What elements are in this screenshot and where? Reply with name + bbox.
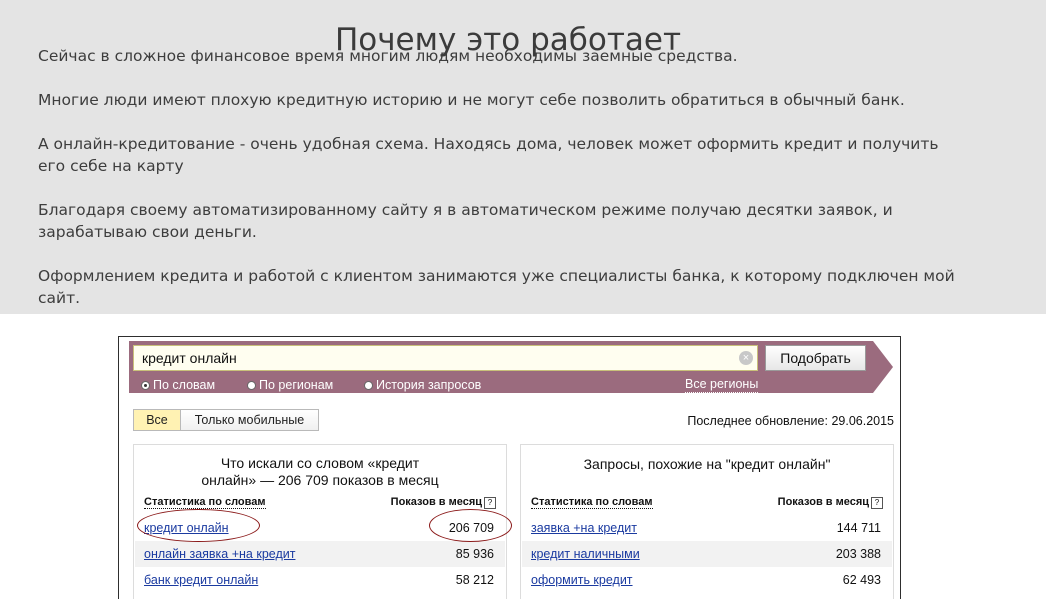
tab-mobile-only[interactable]: Только мобильные bbox=[181, 410, 318, 430]
keyword-link[interactable]: онлайн заявка +на кредит bbox=[144, 547, 295, 561]
left-panel-title-line1: Что искали со словом «кредит bbox=[220, 455, 420, 471]
paragraph-3: А онлайн-кредитование - очень удобная сх… bbox=[38, 135, 939, 175]
shows-count: 85 936 bbox=[455, 547, 494, 561]
table-row: онлайн заявка +на кредит 85 936 bbox=[135, 541, 505, 567]
paragraph-1: Сейчас в сложное финансовое время многим… bbox=[38, 47, 738, 65]
shows-count: 58 212 bbox=[455, 573, 494, 587]
radio-query-history[interactable]: История запросов bbox=[364, 378, 481, 392]
left-panel-title-line2: онлайн» — 206 709 показов в месяц bbox=[201, 472, 439, 488]
highlight-oval-keyword bbox=[137, 509, 260, 542]
keyword-link[interactable]: кредит наличными bbox=[531, 547, 640, 561]
right-panel-header: Статистика по словам Показов в месяц? bbox=[531, 496, 883, 510]
table-row: банк кредит онлайн 58 212 bbox=[135, 567, 505, 593]
col-keyword-header[interactable]: Статистика по словам bbox=[531, 496, 653, 509]
left-results-panel: Что искали со словом «кредит онлайн» — 2… bbox=[133, 444, 512, 599]
table-row: заявка +на кредит 144 711 bbox=[522, 515, 892, 541]
shows-count: 144 711 bbox=[836, 521, 881, 535]
shows-count: 203 388 bbox=[835, 547, 881, 561]
radio-label: По регионам bbox=[259, 378, 334, 392]
col-shows-label: Показов в месяц bbox=[390, 496, 482, 508]
radio-by-words[interactable]: По словам bbox=[141, 378, 215, 392]
radio-label: По словам bbox=[153, 378, 216, 392]
col-shows-header: Показов в месяц? bbox=[778, 496, 883, 509]
keyword-link[interactable]: банк кредит онлайн bbox=[144, 573, 258, 587]
shows-count: 62 493 bbox=[842, 573, 881, 587]
radio-selected-icon bbox=[141, 381, 150, 390]
search-bar-arrow bbox=[873, 341, 893, 393]
table-row: кредит наличными 203 388 bbox=[522, 541, 892, 567]
paragraph-2: Многие люди имеют плохую кредитную истор… bbox=[38, 91, 905, 109]
paragraph-4: Благодаря своему автоматизированному сай… bbox=[38, 201, 893, 241]
device-tabs: Все Только мобильные bbox=[133, 409, 319, 431]
paragraph-5: Оформлением кредита и работой с клиентом… bbox=[38, 267, 955, 307]
radio-label: История запросов bbox=[376, 378, 482, 392]
radio-by-regions[interactable]: По регионам bbox=[247, 378, 333, 392]
col-shows-label: Показов в месяц bbox=[777, 496, 869, 508]
highlight-oval-count bbox=[429, 509, 512, 542]
right-results-panel: Запросы, похожие на "кредит онлайн" Стат… bbox=[520, 444, 894, 599]
pick-button[interactable]: Подобрать bbox=[765, 345, 866, 371]
tab-all[interactable]: Все bbox=[134, 410, 181, 430]
right-panel-title: Запросы, похожие на "кредит онлайн" bbox=[583, 456, 831, 472]
search-input[interactable]: кредит онлайн × bbox=[133, 345, 758, 371]
help-icon[interactable]: ? bbox=[871, 497, 883, 509]
col-shows-header: Показов в месяц? bbox=[391, 496, 496, 509]
clear-icon[interactable]: × bbox=[739, 351, 753, 365]
help-icon[interactable]: ? bbox=[484, 497, 496, 509]
radio-icon bbox=[364, 381, 373, 390]
last-update-text: Последнее обновление: 29.06.2015 bbox=[687, 414, 894, 428]
search-input-value: кредит онлайн bbox=[142, 350, 237, 366]
table-row: оформить кредит 62 493 bbox=[522, 567, 892, 593]
keyword-link[interactable]: оформить кредит bbox=[531, 573, 633, 587]
keyword-link[interactable]: заявка +на кредит bbox=[531, 521, 637, 535]
radio-icon bbox=[247, 381, 256, 390]
all-regions-link[interactable]: Все регионы bbox=[685, 377, 759, 393]
col-keyword-header[interactable]: Статистика по словам bbox=[144, 496, 266, 509]
wordstat-screenshot: кредит онлайн × Подобрать По словам По р… bbox=[118, 336, 901, 599]
left-panel-title: Что искали со словом «кредит онлайн» — 2… bbox=[134, 455, 506, 489]
left-panel-header: Статистика по словам Показов в месяц? bbox=[144, 496, 496, 510]
